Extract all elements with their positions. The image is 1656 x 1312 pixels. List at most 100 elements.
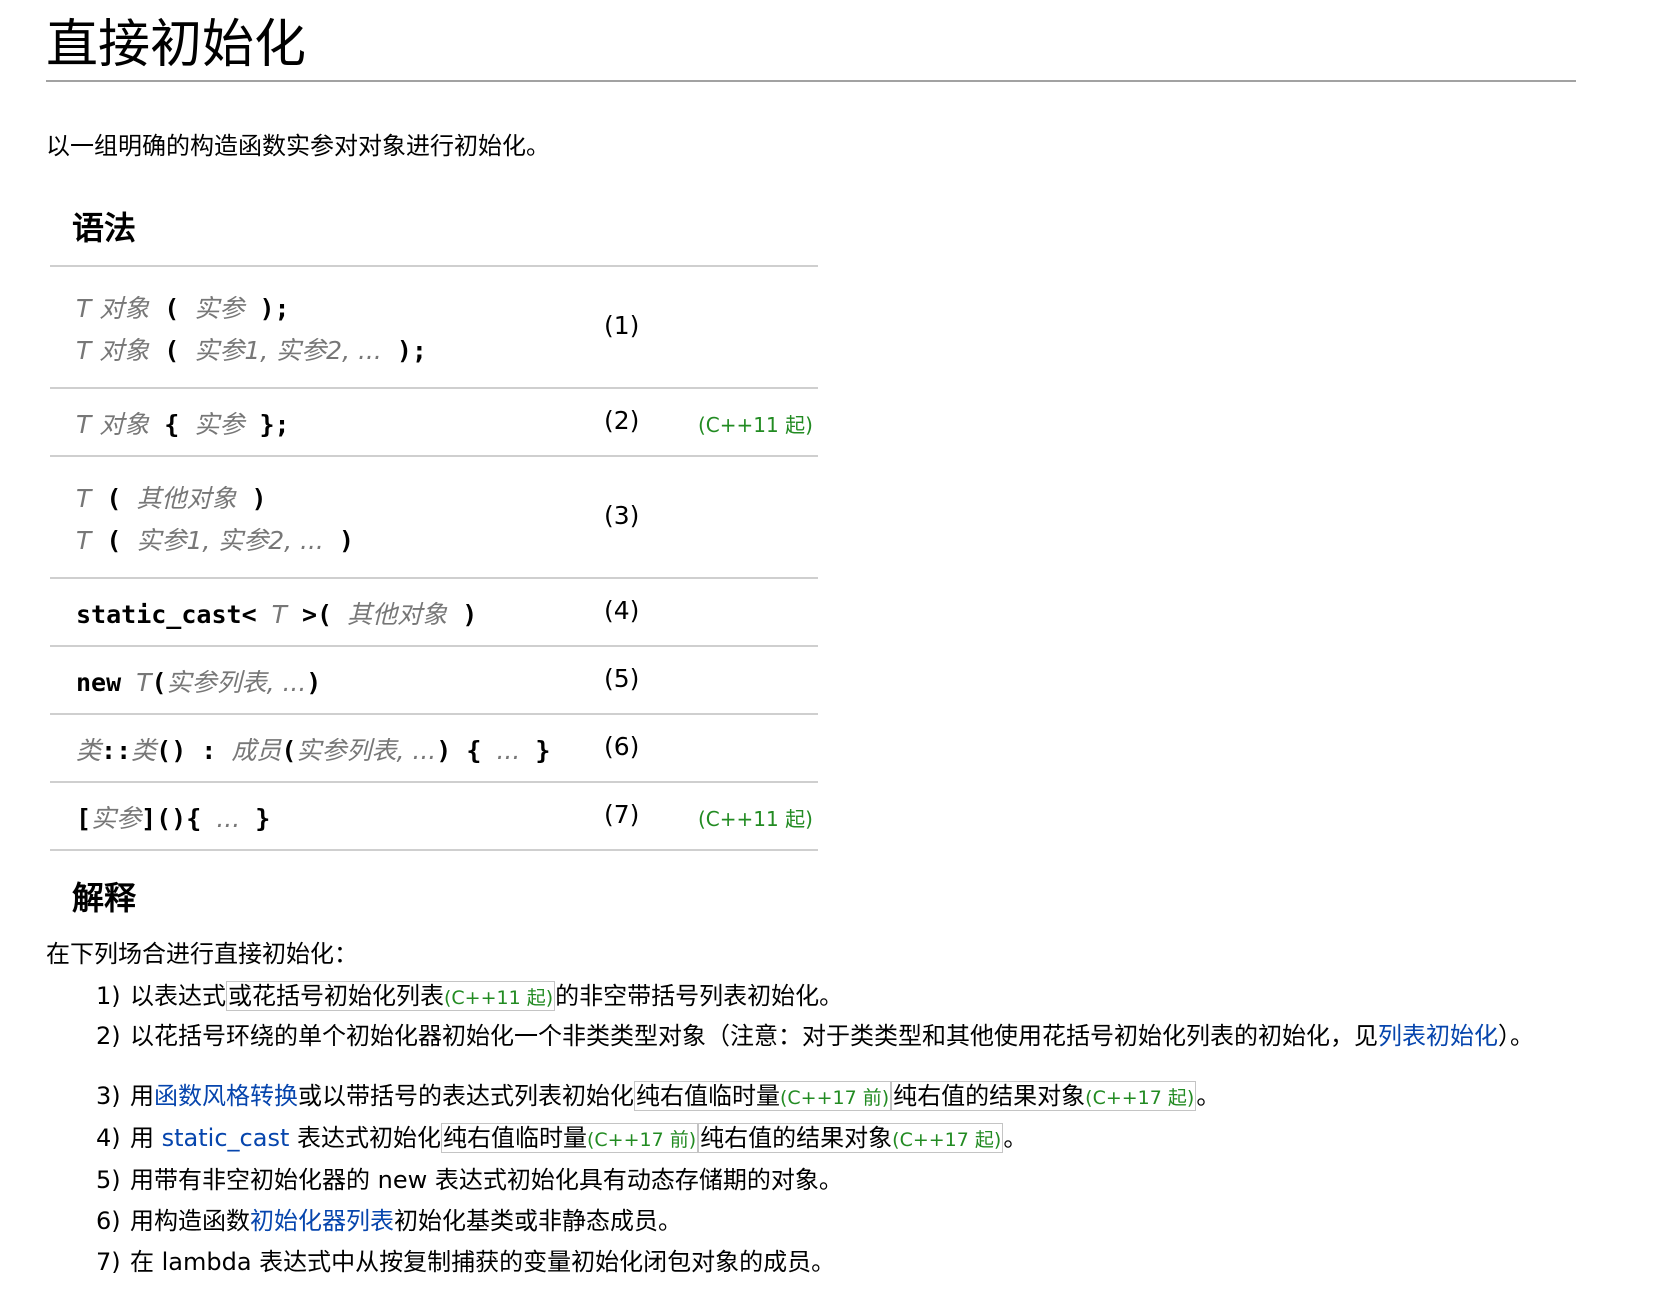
syntax-code: ) { (436, 736, 497, 765)
syntax-code: ); (381, 336, 427, 365)
syntax-line: T 对象 ( 实参 ); (76, 289, 290, 325)
syntax-number: (6) (604, 732, 640, 761)
list-item-text: 在 lambda 表达式中从按复制捕获的变量初始化闭包对象的成员。 (130, 1246, 1576, 1279)
inline-link[interactable]: 初始化器列表 (250, 1207, 394, 1235)
syntax-line: static_cast< T >( 其他对象 ) (76, 595, 477, 631)
list-item-text: 用构造函数初始化器列表初始化基类或非静态成员。 (130, 1205, 1576, 1238)
syntax-code: >( (286, 600, 348, 629)
list-item-text: 以花括号环绕的单个初始化器初始化一个非类类型对象（注意：对于类类型和其他使用花括… (130, 1020, 1576, 1053)
text-segment: 以花括号环绕的单个初始化器初始化一个非类类型对象（注意：对于类类型和其他使用花括… (130, 1022, 1378, 1050)
since-badge: (C++17 前) (587, 1129, 697, 1151)
syntax-code: ( (151, 668, 167, 697)
since-badge: (C++17 起) (892, 1129, 1002, 1151)
syntax-row: T 对象 { 实参 }; (2) (C++11 起) (50, 389, 818, 457)
syntax-number: (2) (604, 406, 640, 435)
list-item: 3) 用函数风格转换或以带括号的表达式列表初始化纯右值临时量(C++17 前) 纯右… (96, 1080, 1576, 1115)
syntax-placeholder: 类 (131, 736, 157, 765)
syntax-placeholder: T 对象 (76, 410, 150, 439)
syntax-placeholder: 实参 (91, 804, 142, 833)
syntax-number: (4) (604, 596, 640, 625)
since-badge: (C++17 前) (780, 1087, 890, 1109)
syntax-number: (3) (604, 501, 640, 530)
syntax-line: T 对象 { 实参 }; (76, 405, 290, 441)
syntax-code: :: (101, 736, 132, 765)
list-item: 2) 以花括号环绕的单个初始化器初始化一个非类类型对象（注意：对于类类型和其他使用… (96, 1020, 1576, 1053)
syntax-placeholder: 实参1, 实参2, ... (136, 526, 324, 555)
list-item-number: 6) (96, 1207, 121, 1235)
revision-box: 纯右值的结果对象(C++17 起) (891, 1081, 1197, 1111)
syntax-placeholder: 实参列表, ... (166, 668, 307, 697)
syntax-placeholder: 其他对象 (136, 484, 237, 513)
syntax-code: () : (156, 736, 232, 765)
syntax-placeholder: 成员 (231, 736, 282, 765)
inline-link[interactable]: 函数风格转换 (154, 1082, 298, 1110)
syntax-code: ); (244, 294, 290, 323)
inline-link[interactable]: static_cast (162, 1124, 290, 1152)
text-segment: 的非空带括号列表初始化。 (555, 982, 844, 1010)
syntax-line: new T(实参列表, ...) (76, 663, 321, 699)
syntax-code: ( (149, 294, 195, 323)
text-segment: 。 (1003, 1124, 1028, 1152)
list-item-number: 4) (96, 1124, 121, 1152)
syntax-placeholder: ... (496, 736, 521, 765)
syntax-code: ](){ (141, 804, 217, 833)
syntax-code: ( (91, 526, 137, 555)
syntax-row: new T(实参列表, ...) (5) (50, 647, 818, 715)
list-item: 6) 用构造函数初始化器列表初始化基类或非静态成员。 (96, 1205, 1576, 1238)
syntax-code: [ (76, 804, 92, 833)
syntax-row: 类::类() : 成员(实参列表, ...) { ... } (6) (50, 715, 818, 783)
explanation-intro: 在下列场合进行直接初始化： (46, 940, 358, 968)
syntax-number: (5) (604, 664, 640, 693)
syntax-line: 类::类() : 成员(实参列表, ...) { ... } (76, 731, 550, 767)
syntax-line: T ( 实参1, 实参2, ... ) (76, 521, 354, 557)
page-title: 直接初始化 (46, 12, 1576, 82)
syntax-line: T 对象 ( 实参1, 实参2, ... ); (76, 331, 427, 367)
text-segment: 在 lambda 表达式中从按复制捕获的变量初始化闭包对象的成员。 (130, 1248, 836, 1276)
revision-text: 或花括号初始化列表 (228, 982, 444, 1010)
text-segment: 用 (130, 1124, 162, 1152)
syntax-code: }; (244, 410, 290, 439)
syntax-code: ) (306, 668, 322, 697)
syntax-code: ( (91, 484, 137, 513)
syntax-placeholder: 其他对象 (347, 600, 448, 629)
syntax-placeholder: T 对象 (76, 294, 150, 323)
text-segment: 用带有非空初始化器的 new 表达式初始化具有动态存储期的对象。 (130, 1166, 843, 1194)
syntax-placeholder: 实参 (194, 410, 245, 439)
syntax-code: { (149, 410, 195, 439)
revision-box: 或花括号初始化列表(C++11 起) (226, 981, 556, 1011)
syntax-placeholder: 实参1, 实参2, ... (194, 336, 382, 365)
list-item-number: 5) (96, 1166, 121, 1194)
list-item-number: 2) (96, 1022, 121, 1050)
syntax-code: new (76, 668, 137, 697)
list-item-text: 用函数风格转换或以带括号的表达式列表初始化纯右值临时量(C++17 前) 纯右值的… (130, 1080, 1576, 1115)
explanation-heading: 解释 (72, 879, 137, 917)
text-segment: 表达式初始化 (289, 1124, 441, 1152)
syntax-placeholder: T (76, 484, 92, 513)
page: 直接初始化 以一组明确的构造函数实参对对象进行初始化。 语法 T 对象 ( 实参… (0, 0, 1656, 1312)
syntax-line: T ( 其他对象 ) (76, 479, 267, 515)
syntax-row: T 对象 ( 实参 ); T 对象 ( 实参1, 实参2, ... ); (1) (50, 267, 818, 389)
text-segment: 以表达式 (130, 982, 226, 1010)
list-item: 4) 用 static_cast 表达式初始化纯右值临时量(C++17 前) 纯右值… (96, 1122, 1576, 1157)
list-item-text: 以表达式或花括号初始化列表(C++11 起)的非空带括号列表初始化。 (130, 980, 1576, 1015)
text-segment: 。 (1196, 1082, 1221, 1110)
syntax-line: [实参](){ ... } (76, 799, 270, 835)
syntax-table: T 对象 ( 实参 ); T 对象 ( 实参1, 实参2, ... ); (1) T … (50, 265, 818, 851)
syntax-placeholder: T 对象 (76, 336, 150, 365)
syntax-number: (7) (604, 800, 640, 829)
revision-box: 纯右值临时量(C++17 前) (441, 1123, 699, 1153)
since-badge: (C++17 起) (1085, 1087, 1195, 1109)
syntax-code: ) (447, 600, 478, 629)
list-item-number: 7) (96, 1248, 121, 1276)
inline-link[interactable]: 列表初始化 (1378, 1022, 1498, 1050)
list-item: 7) 在 lambda 表达式中从按复制捕获的变量初始化闭包对象的成员。 (96, 1246, 1576, 1279)
syntax-placeholder: 实参列表, ... (296, 736, 437, 765)
revision-box: 纯右值的结果对象(C++17 起) (698, 1123, 1004, 1153)
list-item-number: 1) (96, 982, 121, 1010)
syntax-code: ( (281, 736, 297, 765)
revision-text: 纯右值的结果对象 (893, 1082, 1086, 1110)
since-badge: (C++11 起) (698, 807, 813, 831)
text-segment: 初始化基类或非静态成员。 (394, 1207, 682, 1235)
syntax-number: (1) (604, 311, 640, 340)
revision-box: 纯右值临时量(C++17 前) (634, 1081, 892, 1111)
